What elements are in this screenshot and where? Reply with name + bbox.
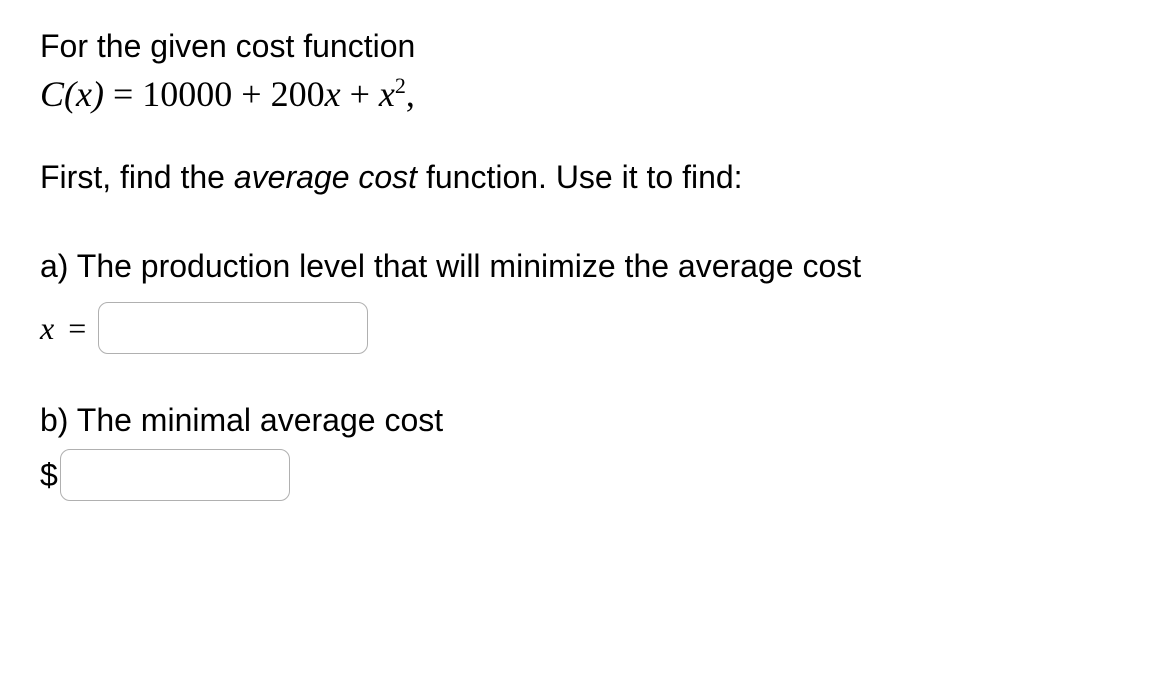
equation-trailing-comma: , [406, 74, 415, 114]
equation-constant: 10000 [142, 74, 232, 114]
part-a-input[interactable] [98, 302, 368, 354]
part-b-answer-row: $ [40, 449, 1129, 501]
part-b-prompt: b) The minimal average cost [40, 398, 1129, 443]
part-a-equals: = [68, 310, 86, 346]
cost-function-equation: C(x) = 10000 + 200x + x2, [40, 73, 1129, 115]
equation-linear-coef: 200 [271, 74, 325, 114]
equation-linear-var: x [325, 74, 341, 114]
part-a-answer-row: x = [40, 302, 1129, 354]
intro-text: For the given cost function [40, 24, 1129, 69]
equation-plus-1: + [232, 74, 270, 114]
part-a-variable: x [40, 310, 54, 346]
equation-lhs: C(x) [40, 74, 104, 114]
equation-quad-exp: 2 [395, 73, 406, 98]
part-a-prompt: a) The production level that will minimi… [40, 244, 1129, 289]
instruction-text: First, find the average cost function. U… [40, 155, 1129, 200]
part-b-currency: $ [40, 457, 58, 494]
instruction-pre: First, find the [40, 159, 234, 195]
part-b-input[interactable] [60, 449, 290, 501]
equation-quad-var: x [379, 74, 395, 114]
part-a-label: x = [40, 310, 86, 347]
instruction-emphasis: average cost [234, 159, 417, 195]
equation-plus-2: + [341, 74, 379, 114]
instruction-post: function. Use it to find: [417, 159, 743, 195]
equation-equals: = [104, 74, 142, 114]
